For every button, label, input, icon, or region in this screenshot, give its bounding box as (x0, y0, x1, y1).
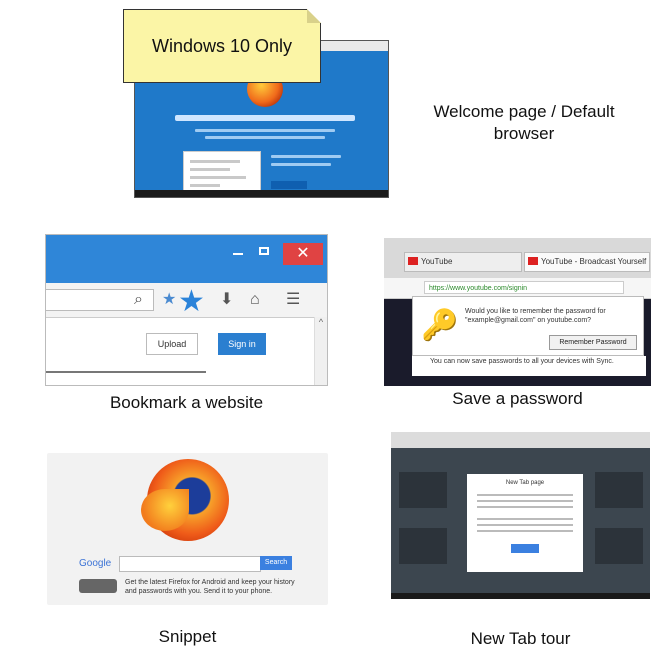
new-tab-tile[interactable] (399, 472, 447, 508)
google-logo: Google (79, 558, 112, 569)
sign-in-button[interactable]: Sign in (218, 333, 266, 355)
url-field[interactable]: https://www.youtube.com/signin (424, 281, 624, 294)
save-password-screenshot: YouTube YouTube - Broadcast Yourself htt… (384, 238, 651, 386)
key-icon: 🔑 (421, 309, 459, 342)
welcome-headline (175, 115, 355, 121)
search-input[interactable] (119, 556, 261, 572)
upload-button[interactable]: Upload (146, 333, 198, 355)
tab-youtube-active[interactable]: YouTube - Broadcast Yourself (524, 252, 650, 272)
newtab-caption: New Tab tour (470, 629, 571, 648)
snippet-screenshot: Google Search Get the latest Firefox for… (47, 453, 328, 605)
welcome-caption: Welcome page / Default browser (404, 101, 644, 145)
set-default-button[interactable] (271, 181, 307, 189)
password-popup: 🔑 Would you like to remember the passwor… (412, 296, 644, 356)
new-tab-tile[interactable] (595, 528, 643, 564)
download-icon[interactable]: ⬇ (220, 291, 233, 309)
instructions-line (271, 163, 331, 166)
star-icon[interactable]: ★ (162, 291, 176, 309)
new-tab-tile[interactable] (595, 472, 643, 508)
tab-youtube[interactable]: YouTube (404, 252, 522, 272)
bookmark-caption: Bookmark a website (109, 393, 264, 412)
new-tab-tour-screenshot: New Tab page (391, 432, 650, 599)
instructions-line (271, 155, 341, 158)
scrollbar[interactable]: ^ (314, 317, 327, 385)
note-text: Windows 10 Only (151, 36, 293, 56)
welcome-caption-line1: Welcome page / Default (433, 102, 615, 121)
tour-dialog: New Tab page (467, 474, 583, 572)
snippet-text: Get the latest Firefox for Android and k… (125, 579, 295, 595)
tab-label: YouTube - Broadcast Yourself (541, 257, 647, 266)
browser-tabs: YouTube YouTube - Broadcast Yourself (384, 238, 651, 278)
windows-taskbar (135, 190, 388, 197)
windows-10-note: Windows 10 Only (123, 9, 321, 83)
sync-info-bar: You can now save passwords to all your d… (412, 356, 646, 376)
home-icon[interactable]: ⌂ (250, 291, 260, 309)
password-caption: Save a password (452, 389, 583, 408)
close-icon[interactable]: ✕ (283, 243, 323, 265)
tab-label: YouTube (421, 257, 453, 266)
firefox-tail (141, 489, 189, 531)
window-titlebar: ✕ (46, 235, 327, 283)
tour-dialog-title: New Tab page (505, 480, 545, 486)
snippet-caption: Snippet (158, 627, 217, 646)
search-icon[interactable]: ⌕ (134, 291, 143, 309)
bookmark-star-icon[interactable]: ★ (178, 287, 205, 317)
welcome-text-line (195, 129, 335, 132)
welcome-text-line (205, 136, 325, 139)
maximize-icon[interactable] (259, 247, 269, 255)
menu-icon[interactable]: ☰ (286, 291, 300, 309)
browser-chrome (391, 432, 650, 448)
new-tab-tile[interactable] (399, 528, 447, 564)
password-message: Would you like to remember the password … (465, 308, 606, 324)
windows-taskbar (391, 593, 650, 599)
youtube-icon (528, 257, 538, 265)
welcome-caption-line2: browser (493, 124, 555, 143)
minimize-icon[interactable] (233, 253, 243, 255)
tour-next-button[interactable] (511, 544, 539, 553)
search-button[interactable]: Search (260, 556, 292, 570)
youtube-icon (408, 257, 418, 265)
divider (46, 371, 206, 373)
firefox-logo-icon (141, 459, 229, 541)
device-icon (79, 579, 117, 593)
note-fold (307, 9, 321, 23)
bookmark-screenshot: ✕ ⌕ ★ ⬇ ⌂ ☰ ★ Upload Sign in ^ (45, 234, 328, 386)
remember-password-button[interactable]: Remember Password (549, 335, 637, 350)
